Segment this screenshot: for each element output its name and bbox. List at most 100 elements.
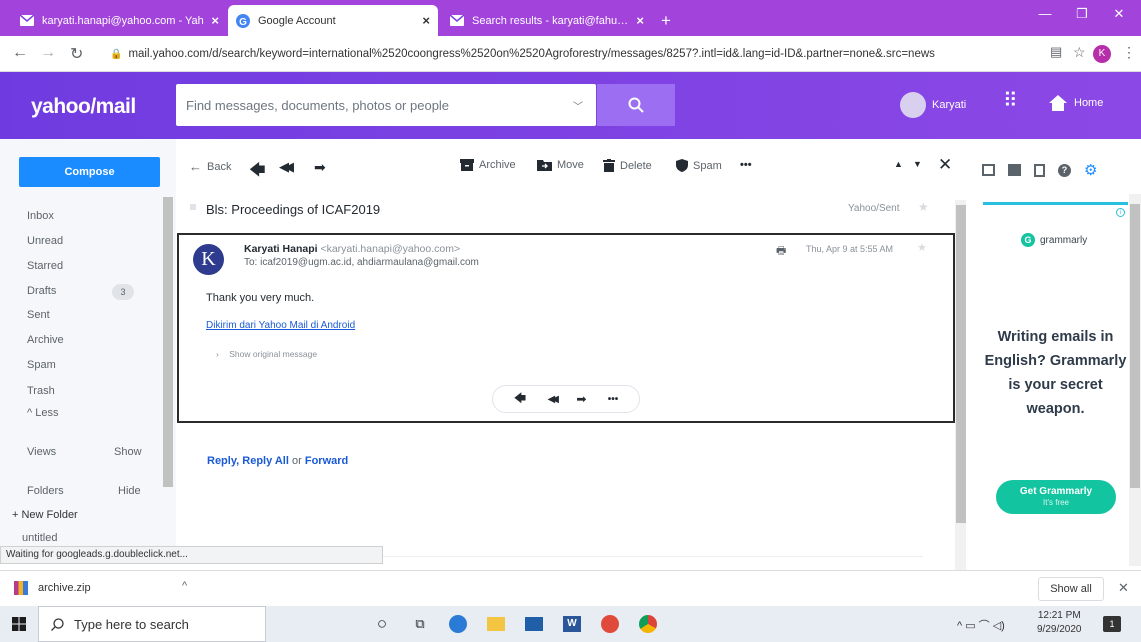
star-icon[interactable]: ★ xyxy=(918,200,929,214)
signature-link[interactable]: Dikirim dari Yahoo Mail di Android xyxy=(206,320,355,331)
views-show-link[interactable]: Show xyxy=(114,446,142,458)
sidebar-item-inbox[interactable]: Inbox xyxy=(27,210,54,222)
star-bookmark-icon[interactable]: ☆ xyxy=(1073,44,1086,61)
reply-all-link[interactable]: Reply All xyxy=(242,455,289,467)
reply-all-icon[interactable]: ◀◀ xyxy=(548,394,560,405)
next-message-icon[interactable]: ▼ xyxy=(913,159,922,169)
new-tab-button[interactable]: + xyxy=(655,5,681,36)
forward-link[interactable]: Forward xyxy=(305,455,348,467)
tab-yahoo-mail[interactable]: karyati.hanapi@yahoo.com - Yah × xyxy=(12,5,227,36)
minimize-icon[interactable]: — xyxy=(1030,6,1060,21)
forward-arrow-icon[interactable]: → xyxy=(40,44,56,62)
delete-button[interactable]: Delete xyxy=(603,159,652,172)
windows-start-icon[interactable] xyxy=(12,617,26,631)
close-downloads-icon[interactable]: ✕ xyxy=(1118,580,1129,596)
sidebar-less-toggle[interactable]: ^ Less xyxy=(27,407,58,419)
more-actions-button[interactable]: ••• xyxy=(740,159,752,171)
reply-icon[interactable]: 🡄 xyxy=(249,159,266,186)
reply-all-icon[interactable]: ◀◀ xyxy=(279,159,294,175)
contacts-icon[interactable] xyxy=(982,164,995,176)
translate-icon[interactable]: ▤ xyxy=(1050,44,1062,60)
reload-icon[interactable]: ↻ xyxy=(70,44,83,64)
file-explorer-icon[interactable] xyxy=(484,612,508,636)
sender-line: Karyati Hanapi <karyati.hanapi@yahoo.com… xyxy=(244,243,460,255)
profile-avatar[interactable]: K xyxy=(1093,45,1111,63)
sidebar-item-unread[interactable]: Unread xyxy=(27,235,63,247)
taskbar-search-input[interactable]: Type here to search xyxy=(38,606,266,642)
sidebar-scrollbar[interactable] xyxy=(163,197,173,487)
print-icon[interactable]: 🖶 xyxy=(776,242,786,261)
star-icon[interactable]: ★ xyxy=(917,241,927,254)
more-icon[interactable]: ••• xyxy=(608,394,619,405)
close-window-icon[interactable]: ✕ xyxy=(1104,6,1134,22)
edge-icon[interactable] xyxy=(446,612,470,636)
word-icon[interactable]: W xyxy=(560,612,584,636)
reply-link[interactable]: Reply xyxy=(207,455,236,467)
notification-center-icon[interactable]: 1 xyxy=(1103,616,1121,632)
chrome-icon[interactable] xyxy=(636,612,660,636)
forward-icon[interactable]: ➡ xyxy=(576,392,586,406)
folders-hide-link[interactable]: Hide xyxy=(118,485,141,497)
sidebar-item-archive[interactable]: Archive xyxy=(27,334,64,346)
download-item[interactable]: archive.zip xyxy=(14,581,91,595)
back-arrow-icon[interactable]: ← xyxy=(12,44,28,62)
show-all-button[interactable]: Show all xyxy=(1038,577,1104,601)
sidebar-item-starred[interactable]: Starred xyxy=(27,260,63,272)
help-icon[interactable]: ? xyxy=(1058,163,1071,177)
views-heading: Views xyxy=(27,446,57,458)
message-toolbar: ← Back 🡄 ◀◀ ➡ Archive Move Delete Spam •… xyxy=(176,139,966,195)
close-tab-icon[interactable]: × xyxy=(636,13,644,28)
sidebar-item-sent[interactable]: Sent xyxy=(27,309,50,321)
new-folder-button[interactable]: + New Folder xyxy=(12,509,78,521)
task-view-icon[interactable]: ⧉ xyxy=(408,612,432,636)
tab-search-results[interactable]: Search results - karyati@fahutan. × xyxy=(442,5,652,36)
scroll-thumb[interactable] xyxy=(956,205,966,523)
show-original-toggle[interactable]: › Show original message xyxy=(216,349,317,359)
close-tab-icon[interactable]: × xyxy=(422,13,430,28)
search-button[interactable] xyxy=(597,84,675,126)
photos-app-icon[interactable] xyxy=(598,612,622,636)
clock-time: 12:21 PM xyxy=(1037,610,1081,621)
rail-scroll-thumb[interactable] xyxy=(1130,204,1140,488)
sender-name[interactable]: Karyati Hanapi xyxy=(244,243,318,255)
clock[interactable]: 12:21 PM 9/29/2020 xyxy=(1037,609,1082,637)
reply-icon[interactable]: 🡄 xyxy=(514,389,526,410)
folder-untitled[interactable]: untitled xyxy=(22,532,57,544)
move-button[interactable]: Move xyxy=(537,159,584,171)
search-input[interactable]: Find messages, documents, photos or peop… xyxy=(176,84,596,126)
close-tab-icon[interactable]: × xyxy=(211,13,219,28)
kebab-menu-icon[interactable]: ⋮ xyxy=(1122,44,1136,61)
home-link[interactable]: Home xyxy=(1048,94,1103,112)
previous-message-icon[interactable]: ▲ xyxy=(894,159,903,169)
download-filename: archive.zip xyxy=(38,582,91,594)
grammarly-ad[interactable]: i G grammarly Writing emails in English?… xyxy=(983,202,1128,567)
apps-grid-icon[interactable]: ⠿ xyxy=(1003,91,1018,111)
chevron-up-icon[interactable]: ^ xyxy=(182,580,187,592)
back-button[interactable]: ← Back xyxy=(189,159,231,174)
archive-button[interactable]: Archive xyxy=(460,159,516,171)
tab-google-account[interactable]: G Google Account × xyxy=(228,5,438,36)
settings-gear-icon[interactable]: ⚙ xyxy=(1084,161,1097,179)
sidebar-item-trash[interactable]: Trash xyxy=(27,385,55,397)
notepad-icon[interactable] xyxy=(1034,163,1045,177)
cortana-icon[interactable]: ○ xyxy=(370,612,394,636)
get-grammarly-button[interactable]: Get Grammarly It's free xyxy=(996,480,1116,514)
rail-scrollbar[interactable] xyxy=(1129,194,1141,566)
forward-icon[interactable]: ➡ xyxy=(314,159,326,176)
back-arrow-icon: ← xyxy=(189,159,202,174)
system-tray-icons[interactable]: ^ ▭ ⌒ ◁) xyxy=(957,617,1005,633)
account-menu[interactable]: Karyati xyxy=(900,92,966,118)
sidebar-item-spam[interactable]: Spam xyxy=(27,359,56,371)
shield-icon xyxy=(676,159,693,172)
compose-button[interactable]: Compose xyxy=(19,157,160,187)
maximize-icon[interactable]: ❐ xyxy=(1067,6,1097,22)
close-message-icon[interactable]: ✕ xyxy=(938,155,952,175)
url-field[interactable]: 🔒 mail.yahoo.com/d/search/keyword=intern… xyxy=(110,42,1015,66)
spam-button[interactable]: Spam xyxy=(676,159,722,172)
mail-app-icon[interactable] xyxy=(522,612,546,636)
sidebar-item-drafts[interactable]: Drafts xyxy=(27,285,56,297)
calendar-icon[interactable] xyxy=(1008,164,1021,176)
chevron-down-icon[interactable]: ﹀ xyxy=(560,98,596,113)
ad-info-icon[interactable]: i xyxy=(1116,208,1125,217)
yahoo-mail-logo[interactable]: yahoo/mail xyxy=(31,95,136,119)
